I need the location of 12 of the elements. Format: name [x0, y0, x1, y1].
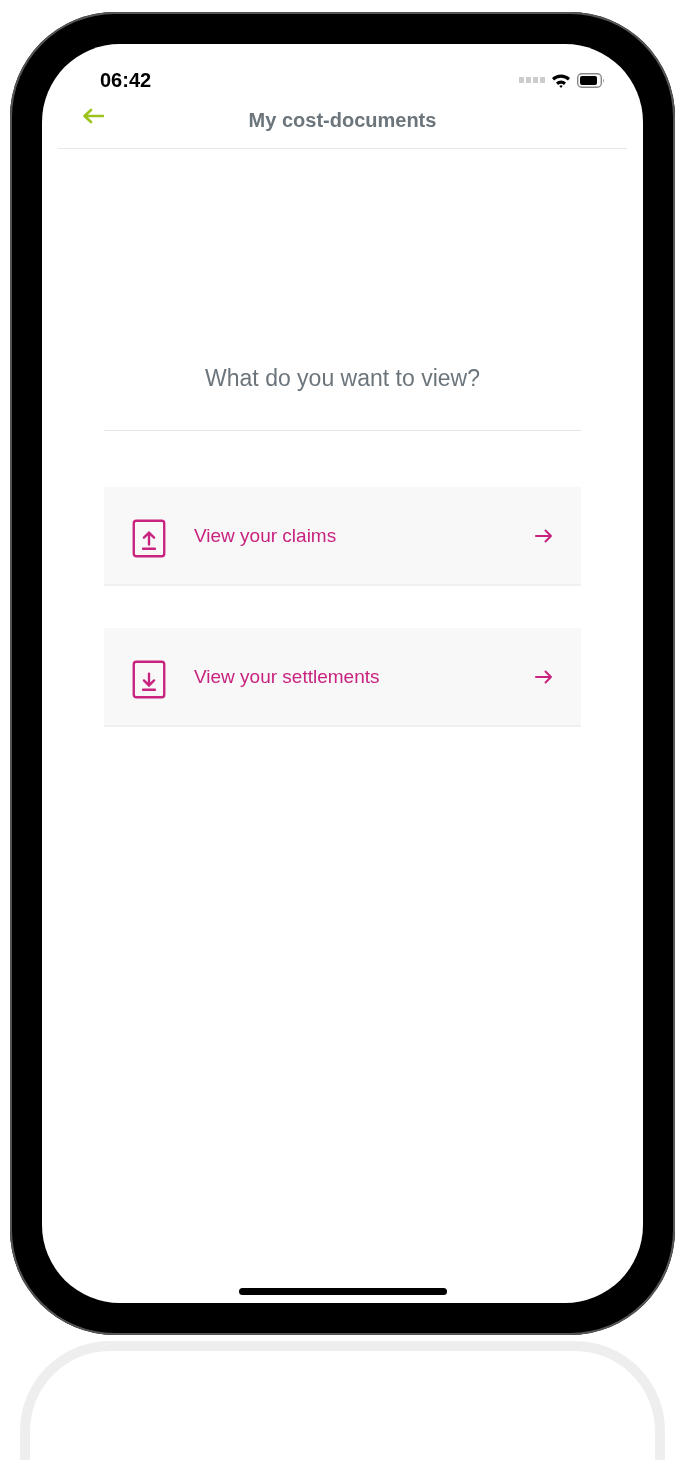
option-button[interactable]: View your claims [104, 487, 581, 586]
arrow-right-icon [535, 669, 553, 684]
question-heading: What do you want to view? [204, 365, 481, 392]
back-button[interactable] [82, 108, 104, 124]
back-arrow-icon [82, 108, 104, 124]
status-time: 06:42 [100, 68, 152, 92]
arrow-right-icon [535, 528, 553, 543]
battery-icon [577, 72, 605, 88]
option-button[interactable]: View your settlements [104, 628, 581, 727]
signal-icon [519, 77, 545, 83]
wifi-icon [551, 72, 571, 88]
screen-title: My cost-documents [248, 108, 437, 132]
